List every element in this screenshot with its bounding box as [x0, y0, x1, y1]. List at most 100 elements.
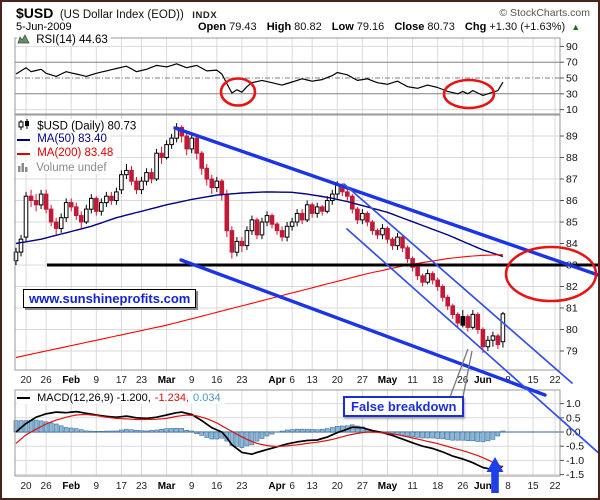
candlestick — [265, 216, 269, 222]
macd-histogram-bar — [436, 432, 440, 439]
rsi-indicator-label: RSI(14) 44.63 — [17, 33, 111, 46]
macd-histogram-bar — [170, 428, 174, 432]
candlestick — [95, 198, 99, 211]
x-axis-label: 22 — [549, 375, 561, 386]
candlestick — [331, 194, 335, 200]
macd-hist-value: 0.034 — [193, 392, 221, 404]
macd-histogram-bar — [130, 430, 134, 432]
x-axis-label: Feb — [62, 375, 80, 386]
candlestick — [300, 213, 304, 220]
macd-histogram-bar — [255, 432, 259, 441]
price-axis-label: 82 — [566, 281, 578, 293]
candlestick — [250, 220, 254, 231]
macd-histogram-bar — [69, 428, 73, 432]
low-value: 79.16 — [357, 21, 385, 33]
macd-histogram-bar — [310, 429, 314, 432]
high-label: High — [267, 21, 291, 33]
candlestick — [29, 196, 33, 200]
price-axis-label: 80 — [566, 324, 578, 336]
candlestick — [215, 181, 219, 188]
change-label: Chg — [465, 21, 486, 33]
price-axis-label: 0.0 — [566, 427, 581, 439]
macd-histogram-bar — [145, 431, 149, 432]
macd-histogram-bar — [491, 432, 495, 439]
highlight-ellipse — [221, 79, 255, 106]
candlestick — [105, 196, 109, 202]
macd-histogram-bar — [285, 430, 289, 432]
macd-histogram-bar — [401, 432, 405, 435]
candlestick — [366, 213, 370, 222]
rsi-line — [16, 64, 503, 96]
macd-histogram-bar — [471, 432, 475, 441]
price-axis-labels: 898887868584838281807990705030101.00.50.… — [560, 41, 584, 481]
macd-histogram-bar — [104, 431, 108, 432]
macd-histogram-bar — [391, 432, 395, 433]
candlestick — [135, 181, 139, 190]
x-axis-label: Jun — [474, 481, 492, 492]
price-axis-label: 81 — [566, 303, 578, 315]
macd-histogram-bar — [265, 432, 269, 436]
macd-histogram-bar — [386, 432, 390, 433]
macd-histogram-bar — [155, 430, 159, 432]
candlestick — [496, 336, 500, 345]
candlestick — [305, 205, 309, 220]
x-axis-label: Mar — [158, 481, 176, 492]
candlestick — [100, 203, 104, 212]
macd-histogram-bar — [210, 432, 214, 439]
candlestick — [285, 226, 289, 237]
rsi-area-icon — [17, 33, 30, 48]
candlestick — [245, 231, 249, 246]
x-axis-label: Jun — [474, 375, 492, 386]
candlestick — [295, 213, 299, 222]
x-axis-label: 13 — [307, 375, 319, 386]
candlestick — [320, 207, 324, 211]
macd-histogram-bar — [215, 432, 219, 439]
candlestick — [441, 287, 445, 298]
macd-histogram-bar — [160, 429, 164, 432]
legend-symbol-row: $USD (Daily) 80.73 — [17, 119, 139, 132]
ma200-swatch-icon — [17, 153, 30, 155]
candlestick — [185, 136, 189, 149]
candlestick — [90, 198, 94, 209]
macd-histogram-bar — [411, 432, 415, 437]
index-name: (US Dollar Index (EOD)) — [60, 9, 184, 21]
candlestick — [225, 194, 229, 231]
x-axis-label: 20 — [332, 375, 344, 386]
symbol-title: $USD — [16, 5, 53, 21]
macd-line — [16, 412, 503, 470]
x-axis-label: 18 — [432, 375, 444, 386]
candlestick — [125, 170, 129, 174]
ma50-swatch-icon — [17, 139, 30, 141]
price-axis-label: 1.0 — [566, 398, 581, 410]
macd-histogram-bar — [295, 429, 299, 432]
price-axis-label: 10 — [566, 104, 578, 116]
legend-symbol-label: $USD (Daily) 80.73 — [37, 121, 136, 133]
candlestick — [49, 209, 53, 222]
price-axis-label: 79 — [566, 346, 578, 358]
candlestick — [120, 175, 124, 190]
price-axis-label: 30 — [566, 88, 578, 100]
x-axis-label: 9 — [94, 481, 100, 492]
macd-histogram-bar — [49, 423, 53, 432]
candlestick — [80, 216, 84, 222]
candlestick — [456, 314, 460, 323]
legend-ma50-label: MA(50) 83.40 — [37, 133, 107, 145]
candlestick — [85, 209, 89, 222]
x-axis-label: 17 — [116, 481, 128, 492]
x-axis-label: May — [378, 375, 398, 386]
x-axis-label: 27 — [357, 375, 369, 386]
candlestick — [44, 194, 48, 209]
candlestick — [481, 330, 485, 347]
highlight-ellipse — [506, 247, 596, 301]
candlestick — [150, 173, 154, 179]
legend-volume-label: Volume undef — [36, 162, 106, 174]
candlestick — [356, 209, 360, 220]
x-axis-label: 26 — [41, 375, 53, 386]
macd-histogram-bar — [290, 430, 294, 432]
watermark-link[interactable]: www.sunshineprofits.com — [23, 289, 196, 308]
x-axis-label: 26 — [41, 481, 53, 492]
candlestick — [235, 241, 239, 252]
open-label: Open — [198, 21, 226, 33]
candlestick — [325, 201, 329, 212]
macd-histogram-bar — [305, 429, 309, 432]
